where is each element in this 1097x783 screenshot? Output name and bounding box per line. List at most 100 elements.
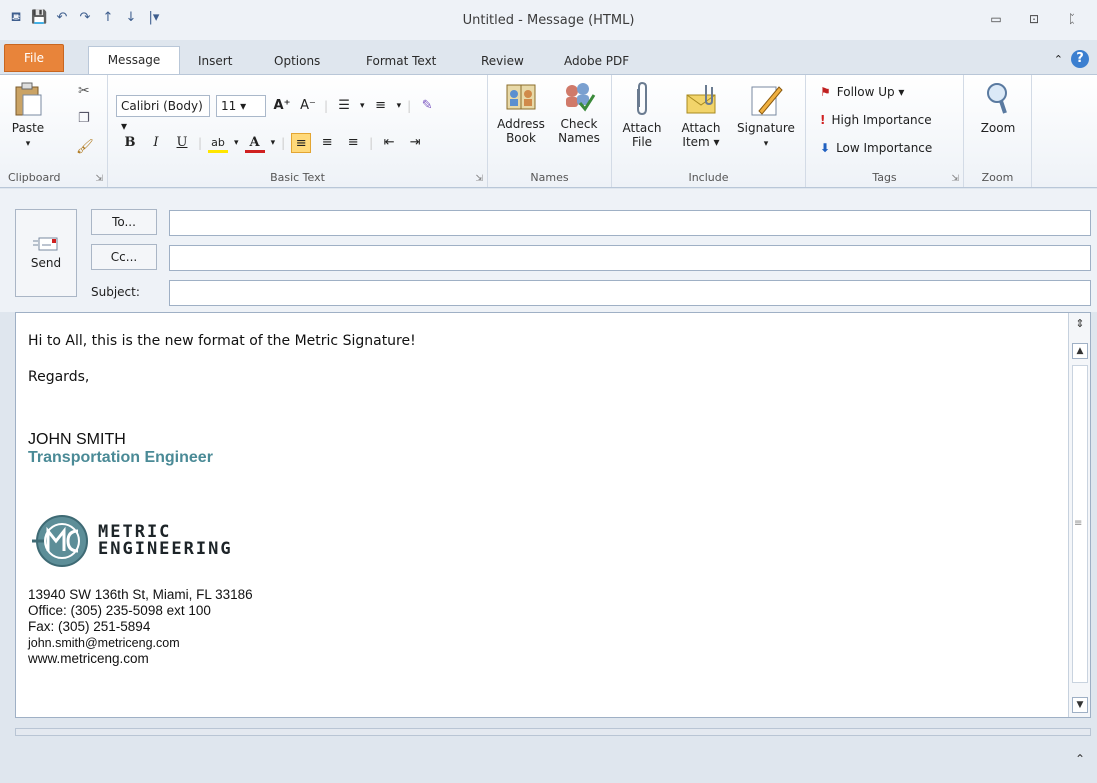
align-center-icon[interactable]: ≡ (317, 133, 337, 153)
scroll-up-button[interactable]: ▲ (1072, 343, 1088, 359)
to-button[interactable]: To... (91, 209, 157, 235)
cut-icon[interactable]: ✂ (78, 83, 90, 99)
format-painter-icon[interactable]: 🖌 (76, 139, 94, 155)
address-book-button[interactable]: Address Book (494, 81, 548, 145)
tab-insert[interactable]: Insert (198, 48, 232, 74)
font-color-dropdown-icon[interactable]: ▾ (271, 138, 276, 148)
basic-text-group: Calibri (Body) ▾ 11 ▾ A⁺ A⁻ | ☰ ▾ ≡ ▾ | … (108, 75, 488, 187)
people-pane-divider[interactable] (15, 728, 1091, 736)
tab-file[interactable]: File (4, 44, 64, 72)
check-names-button[interactable]: Check Names (552, 81, 606, 145)
window-title: Untitled - Message (HTML) (462, 13, 635, 28)
paste-button[interactable]: Paste ▾ (8, 81, 48, 151)
basic-text-launcher-icon[interactable]: ⇲ (475, 174, 483, 184)
format-row: B I U | ab ▾ A ▾ | ≡ ≡ ≡ | ⇤ ⇥ (120, 133, 425, 153)
to-field[interactable] (169, 210, 1091, 236)
increase-indent-icon[interactable]: ⇥ (405, 133, 425, 153)
cc-button[interactable]: Cc... (91, 244, 157, 270)
paste-icon (15, 82, 42, 116)
restore-button[interactable]: ⊡ (1021, 10, 1047, 28)
address-line: 13940 SW 136th St, Miami, FL 33186 (28, 587, 253, 602)
tab-options[interactable]: Options (274, 48, 320, 74)
clear-formatting-icon[interactable]: ✎ (417, 96, 437, 116)
high-importance-button[interactable]: ! High Importance (820, 113, 932, 127)
zoom-group: Zoom Zoom (964, 75, 1032, 187)
scroll-grip-icon[interactable]: ≡ (1074, 518, 1082, 529)
attach-file-button[interactable]: Attach File (618, 81, 666, 149)
expand-people-pane-icon[interactable]: ⌃ (1075, 752, 1085, 766)
tags-launcher-icon[interactable]: ⇲ (951, 174, 959, 184)
minimize-button[interactable]: ▭ (983, 10, 1009, 28)
tab-review[interactable]: Review (481, 48, 524, 74)
bullets-dropdown-icon[interactable]: ▾ (360, 101, 365, 111)
tab-adobe-pdf[interactable]: Adobe PDF (564, 48, 629, 74)
copy-icon[interactable]: ❐ (78, 111, 90, 126)
company-logo: METRIC ENGINEERING (28, 513, 1058, 569)
basic-text-label: Basic Text (270, 171, 325, 184)
bullets-icon[interactable]: ☰ (334, 96, 354, 116)
zoom-label: Zoom (981, 171, 1014, 184)
close-button[interactable]: ᛈ (1059, 10, 1085, 28)
names-group: Address Book Check Names Names (488, 75, 612, 187)
window-controls: ▭ ⊡ ᛈ (983, 10, 1085, 28)
down-arrow-icon: ⬇ (820, 141, 831, 155)
numbering-icon[interactable]: ≡ (371, 96, 391, 116)
message-body[interactable]: Hi to All, this is the new format of the… (15, 312, 1091, 718)
magnifier-icon (987, 83, 1007, 114)
clipboard-group: Paste ▾ ✂ ❐ 🖌 Clipboard ⇲ (0, 75, 108, 187)
signature-contact: 13940 SW 136th St, Miami, FL 33186 Offic… (28, 587, 1058, 667)
separator: | (324, 99, 329, 113)
office-phone: Office: (305) 235-5098 ext 100 (28, 603, 211, 618)
font-color-icon[interactable]: A (244, 133, 265, 153)
follow-up-button[interactable]: ⚑ Follow Up ▾ (820, 85, 904, 99)
grow-font-icon[interactable]: A⁺ (272, 96, 292, 116)
tab-message[interactable]: Message (88, 46, 180, 74)
message-header: Send To... Cc... Subject: (0, 189, 1097, 312)
scroll-down-button[interactable]: ▼ (1072, 697, 1088, 713)
low-importance-button[interactable]: ⬇ Low Importance (820, 141, 932, 155)
regards-text: Regards, (28, 369, 90, 385)
clipboard-launcher-icon[interactable]: ⇲ (95, 174, 103, 184)
signature-name: JOHN SMITH (28, 431, 126, 448)
highlight-dropdown-icon[interactable]: ▾ (234, 138, 239, 148)
decrease-indent-icon[interactable]: ⇤ (379, 133, 399, 153)
include-group: Attach File Attach Item ▾ Signature ▾ Inclu… (612, 75, 806, 187)
logo-wordmark: METRIC ENGINEERING (98, 522, 233, 559)
shrink-font-icon[interactable]: A⁻ (298, 96, 318, 116)
email-address: john.smith@metriceng.com (28, 636, 180, 650)
split-view-icon[interactable]: ⇕ (1072, 317, 1088, 333)
greeting-text: Hi to All, this is the new format of the… (28, 333, 416, 349)
font-size-combo[interactable]: 11 ▾ (216, 95, 266, 117)
tags-label: Tags (872, 171, 897, 184)
numbering-dropdown-icon[interactable]: ▾ (397, 101, 402, 111)
align-left-icon[interactable]: ≡ (291, 133, 312, 153)
send-button[interactable]: Send (15, 209, 77, 297)
clipboard-label: Clipboard (8, 171, 61, 184)
paperclip-icon (637, 81, 647, 116)
address-book-icon (506, 84, 536, 110)
metric-logo-icon (32, 515, 88, 567)
subject-field[interactable] (169, 280, 1091, 306)
vertical-scrollbar[interactable]: ⇕ ▲ ≡ ▼ (1068, 313, 1090, 717)
separator: | (407, 99, 412, 113)
zoom-button[interactable]: Zoom (968, 81, 1028, 135)
highlight-icon[interactable]: ab (208, 133, 229, 153)
font-name-combo[interactable]: Calibri (Body) ▾ (116, 95, 210, 133)
ribbon: Paste ▾ ✂ ❐ 🖌 Clipboard ⇲ Calibri (Body) … (0, 74, 1097, 188)
website: www.metriceng.com (28, 651, 149, 666)
italic-icon[interactable]: I (146, 133, 166, 153)
underline-icon[interactable]: U (172, 133, 192, 153)
attach-item-button[interactable]: Attach Item ▾ (674, 81, 728, 149)
exclamation-icon: ! (820, 113, 826, 127)
minimize-ribbon-icon[interactable]: ⌃ (1054, 53, 1063, 66)
signature-icon (751, 86, 783, 116)
bold-icon[interactable]: B (120, 133, 140, 153)
tab-format-text[interactable]: Format Text (366, 48, 436, 74)
separator: | (369, 136, 374, 150)
include-label: Include (688, 171, 729, 184)
help-icon[interactable]: ? (1071, 50, 1089, 68)
body-content[interactable]: Hi to All, this is the new format of the… (28, 333, 1058, 667)
align-right-icon[interactable]: ≡ (343, 133, 363, 153)
cc-field[interactable] (169, 245, 1091, 271)
signature-button[interactable]: Signature ▾ (732, 81, 800, 151)
